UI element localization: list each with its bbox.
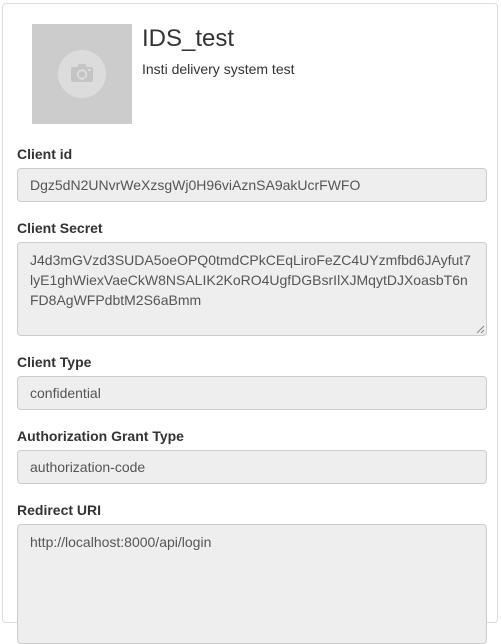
app-header: IDS_test Insti delivery system test <box>32 24 492 126</box>
client-type-label: Client Type <box>17 354 92 370</box>
grant-type-field[interactable]: authorization-code <box>17 450 487 484</box>
logo-placeholder <box>58 50 106 98</box>
client-type-field[interactable]: confidential <box>17 376 487 410</box>
client-id-label: Client id <box>17 146 73 162</box>
app-logo <box>32 24 132 124</box>
client-secret-value: J4d3mGVzd3SUDA5oeOPQ0tmdCPkCEqLiroFeZC4U… <box>30 252 471 308</box>
camera-icon <box>71 64 93 82</box>
grant-type-label: Authorization Grant Type <box>17 428 184 444</box>
client-id-field[interactable]: Dgz5dN2UNvrWeXzsgWj0H96viAznSA9akUcrFWFO <box>17 168 487 202</box>
app-name: IDS_test <box>142 25 235 52</box>
resize-handle-icon[interactable] <box>476 325 485 334</box>
client-secret-field[interactable]: J4d3mGVzd3SUDA5oeOPQ0tmdCPkCEqLiroFeZC4U… <box>17 242 487 336</box>
client-secret-label: Client Secret <box>17 220 103 236</box>
redirect-uri-label: Redirect URI <box>17 502 102 518</box>
app-description: Insti delivery system test <box>142 61 295 77</box>
redirect-uri-value: http://localhost:8000/api/login <box>30 534 212 550</box>
redirect-uri-field[interactable]: http://localhost:8000/api/login <box>17 524 487 644</box>
application-detail-panel: IDS_test Insti delivery system test Clie… <box>2 3 498 644</box>
